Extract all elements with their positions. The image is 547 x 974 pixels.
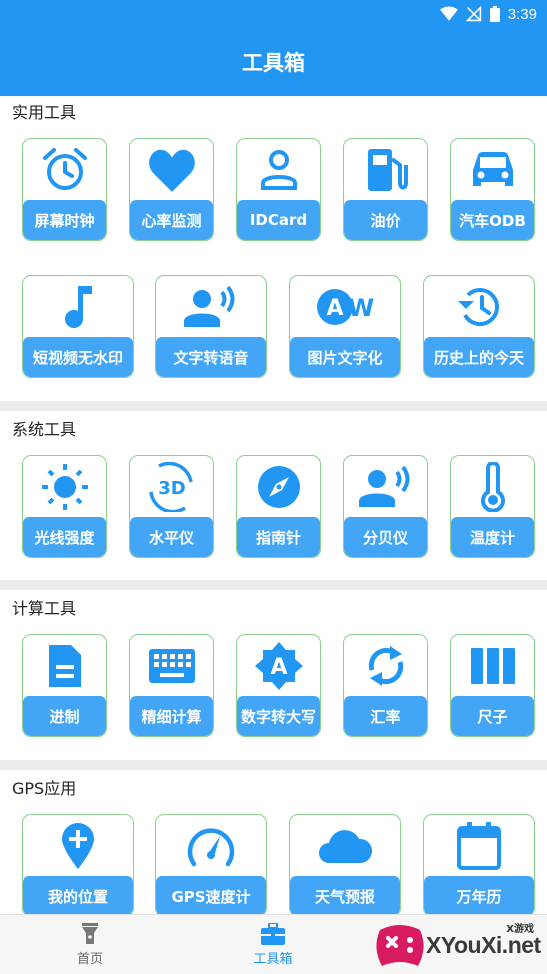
toolbox-icon	[261, 923, 285, 945]
tool-tile-heart-rate[interactable]: 心率监测	[129, 138, 214, 241]
tile-label: 短视频无水印	[23, 337, 133, 377]
svg-text:W: W	[348, 294, 374, 322]
cloud-icon	[319, 829, 373, 863]
3d-rotation-icon: 3D	[148, 461, 193, 512]
voice-icon	[358, 465, 409, 507]
tool-tile-base-conversion[interactable]: 进制	[22, 634, 107, 737]
tool-tile-car-odb[interactable]: 汽车ODB	[450, 138, 535, 241]
tile-label: 文字转语音	[156, 337, 266, 377]
status-icons: 3:39	[439, 4, 537, 24]
svg-text:A: A	[326, 296, 343, 321]
watermark-text: XYouXi.net	[426, 932, 541, 958]
add-location-icon	[62, 822, 94, 869]
music-note-icon	[65, 285, 92, 328]
section-title-system: 系统工具	[12, 420, 77, 439]
tile-label: 分贝仪	[344, 517, 427, 557]
no-signal-icon	[465, 6, 481, 22]
thermometer-icon	[480, 461, 505, 512]
tile-label: 万年历	[424, 876, 534, 916]
section-divider	[0, 760, 547, 770]
battery-icon	[489, 6, 500, 22]
wifi-icon	[439, 6, 458, 21]
section-divider	[0, 401, 547, 411]
svg-text:A: A	[270, 655, 287, 680]
status-time: 3:39	[507, 5, 537, 23]
tool-tile-my-location[interactable]: 我的位置	[22, 814, 134, 917]
compass-icon	[257, 465, 300, 508]
tile-label: 温度计	[451, 517, 534, 557]
tile-label: 历史上的今天	[424, 337, 534, 377]
nav-item-toolbox[interactable]: 工具箱	[213, 915, 333, 974]
app-bar: 工具箱	[0, 28, 547, 96]
calendar-icon	[457, 821, 501, 870]
tool-tile-decibel-meter[interactable]: 分贝仪	[343, 455, 428, 558]
tile-label: 水平仪	[130, 517, 213, 557]
tile-label: 汽车ODB	[451, 200, 534, 240]
tool-tile-ruler[interactable]: 尺子	[450, 634, 535, 737]
font-a-icon: A	[254, 641, 303, 690]
tile-label: 心率监测	[130, 200, 213, 240]
tile-label: 我的位置	[23, 876, 133, 916]
gas-station-icon	[367, 148, 408, 191]
tile-label: 油价	[344, 200, 427, 240]
car-icon	[472, 151, 513, 186]
alarm-clock-icon	[42, 147, 87, 190]
tool-tile-number-to-uppercase[interactable]: A 数字转大写	[236, 634, 321, 737]
tool-tile-no-watermark-video[interactable]: 短视频无水印	[22, 275, 134, 378]
tool-tile-exchange-rate[interactable]: 汇率	[343, 634, 428, 737]
tile-label: IDCard	[237, 200, 320, 240]
section-divider	[0, 580, 547, 590]
speedometer-icon	[187, 828, 235, 866]
heart-icon	[148, 149, 195, 192]
tool-tile-screen-clock[interactable]: 屏幕时钟	[22, 138, 107, 241]
tile-label: 数字转大写	[237, 696, 320, 736]
svg-text:3D: 3D	[158, 478, 185, 499]
nav-label-toolbox: 工具箱	[253, 952, 293, 967]
page-title: 工具箱	[242, 51, 305, 75]
tool-tile-thermometer[interactable]: 温度计	[450, 455, 535, 558]
document-icon	[48, 644, 81, 687]
keyboard-icon	[148, 648, 195, 683]
section-title-practical: 实用工具	[12, 103, 77, 122]
tile-label: 图片文字化	[290, 337, 400, 377]
columns-icon	[470, 647, 515, 684]
flashlight-icon	[82, 923, 98, 944]
tool-tile-calendar[interactable]: 万年历	[423, 814, 535, 917]
nav-item-home[interactable]: 首页	[30, 915, 150, 974]
tile-label: 汇率	[344, 696, 427, 736]
tile-label: 天气预报	[290, 876, 400, 916]
tool-tile-idcard[interactable]: IDCard	[236, 138, 321, 241]
tool-tile-oil-price[interactable]: 油价	[343, 138, 428, 241]
tool-tile-image-to-text[interactable]: AW 图片文字化	[289, 275, 401, 378]
tool-tile-weather[interactable]: 天气预报	[289, 814, 401, 917]
section-title-gps: GPS应用	[12, 779, 77, 798]
tool-tile-text-to-speech[interactable]: 文字转语音	[155, 275, 267, 378]
tile-label: 指南针	[237, 517, 320, 557]
voice-icon	[184, 285, 235, 327]
tool-tile-level[interactable]: 3D 水平仪	[129, 455, 214, 558]
tile-label: 尺子	[451, 696, 534, 736]
tile-label: 进制	[23, 696, 106, 736]
status-bar: 3:39	[0, 0, 547, 28]
tile-label: 光线强度	[23, 517, 106, 557]
history-icon	[458, 287, 499, 326]
person-icon	[260, 149, 297, 190]
tool-tile-compass[interactable]: 指南针	[236, 455, 321, 558]
tool-tile-precise-calc[interactable]: 精细计算	[129, 634, 214, 737]
gamepad-logo-icon	[376, 925, 424, 966]
watermark-logo: X游戏 XYouXi.net	[372, 916, 544, 972]
tool-tile-history-today[interactable]: 历史上的今天	[423, 275, 535, 378]
tile-label: 屏幕时钟	[23, 200, 106, 240]
sun-icon	[41, 463, 88, 510]
tile-label: 精细计算	[130, 696, 213, 736]
section-title-calculation: 计算工具	[12, 599, 77, 618]
tool-tile-light-intensity[interactable]: 光线强度	[22, 455, 107, 558]
tile-label: GPS速度计	[156, 876, 266, 916]
text-recognition-icon: AW	[317, 288, 374, 325]
refresh-icon	[368, 645, 403, 686]
tool-tile-gps-speedometer[interactable]: GPS速度计	[155, 814, 267, 917]
nav-label-home: 首页	[76, 952, 103, 967]
